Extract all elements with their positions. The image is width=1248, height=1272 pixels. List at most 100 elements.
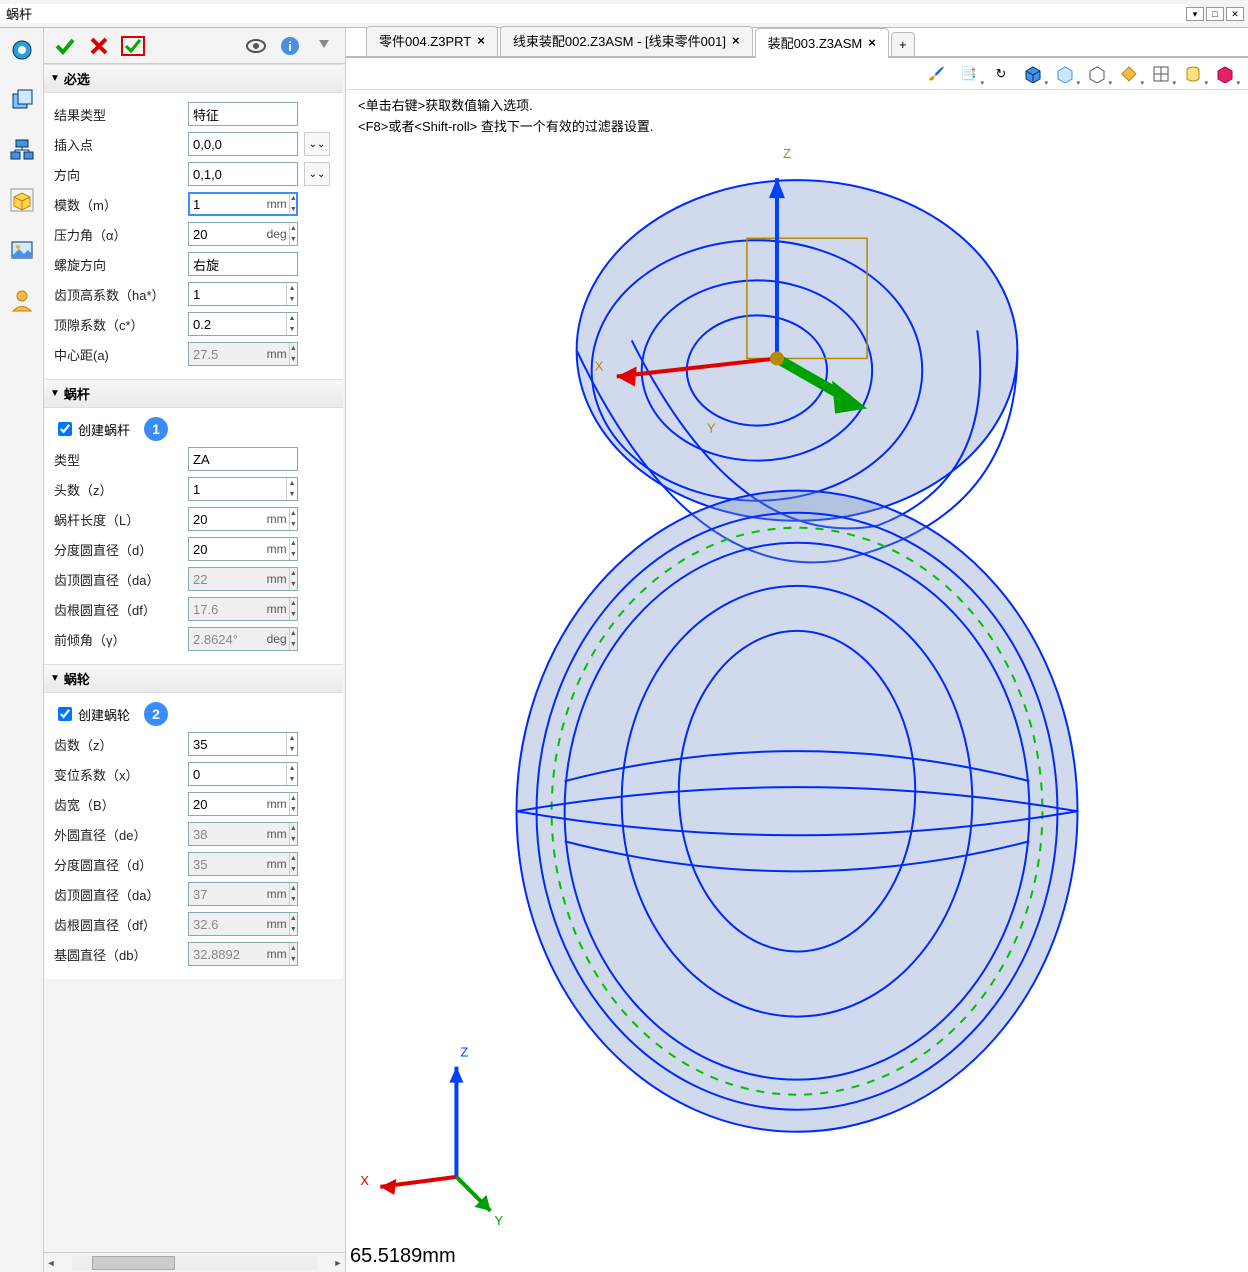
- wheel-root-d-input: mm▲▼: [188, 912, 298, 936]
- rotate-icon[interactable]: ↻: [988, 62, 1014, 86]
- svg-text:Y: Y: [494, 1213, 503, 1228]
- result-type-select[interactable]: [188, 102, 298, 126]
- close-icon[interactable]: ×: [732, 33, 740, 48]
- pressure-angle-input[interactable]: deg▲▼: [188, 222, 298, 246]
- wheel-outer-d-input: mm▲▼: [188, 822, 298, 846]
- minimize-button[interactable]: □: [1206, 7, 1224, 21]
- cancel-button[interactable]: [84, 33, 114, 59]
- wheel-shift-input[interactable]: ▲▼: [188, 762, 298, 786]
- pressure-angle-label: 压力角（α）: [54, 225, 184, 244]
- worm-tip-d-input: mm▲▼: [188, 567, 298, 591]
- create-wheel-checkbox[interactable]: [58, 707, 72, 721]
- helix-dir-label: 螺旋方向: [54, 255, 184, 274]
- wire-cube-icon[interactable]: [1052, 62, 1078, 86]
- grid-cube-icon[interactable]: [1148, 62, 1174, 86]
- outline-cube-icon[interactable]: [1084, 62, 1110, 86]
- worm-heads-label: 头数（z）: [54, 480, 184, 499]
- left-tool-strip: [0, 28, 44, 1272]
- worm-root-d-input: mm▲▼: [188, 597, 298, 621]
- worm-root-d-label: 齿根圆直径（df）: [54, 600, 184, 619]
- direction-more[interactable]: ⌄⌄: [304, 162, 330, 186]
- action-row: i: [44, 28, 345, 64]
- section-worm-header[interactable]: ▼蜗杆: [44, 379, 343, 408]
- apply-button[interactable]: [118, 33, 148, 59]
- wheel-teeth-input[interactable]: ▲▼: [188, 732, 298, 756]
- clearance-coef-label: 顶隙系数（c*）: [54, 315, 184, 334]
- worm-heads-input[interactable]: ▲▼: [188, 477, 298, 501]
- document-tabs: 零件004.Z3PRT× 线束装配002.Z3ASM - [线束零件001]× …: [346, 28, 1248, 58]
- create-worm-checkbox[interactable]: [58, 422, 72, 436]
- wheel-base-d-input: mm▲▼: [188, 942, 298, 966]
- spin-up[interactable]: ▲: [289, 193, 297, 204]
- panel-scroll[interactable]: ▼必选 结果类型 插入点 ⌄⌄ 方向 ⌄⌄ 模数（m） mm▲▼ 压力角（α） …: [44, 64, 345, 1252]
- svg-text:X: X: [595, 358, 604, 373]
- layers-icon[interactable]: 📑: [956, 62, 982, 86]
- wheel-width-label: 齿宽（B）: [54, 795, 184, 814]
- create-worm-label: 创建蜗杆: [78, 420, 130, 439]
- wheel-outer-d-label: 外圆直径（de）: [54, 825, 184, 844]
- panel-h-scrollbar[interactable]: ◄►: [44, 1252, 345, 1272]
- ok-button[interactable]: [50, 33, 80, 59]
- badge-2: 2: [144, 702, 168, 726]
- tab-asm003[interactable]: 装配003.Z3ASM×: [755, 28, 889, 58]
- cube-icon[interactable]: [6, 184, 38, 216]
- worm-lead-angle-label: 前倾角（γ）: [54, 630, 184, 649]
- spin-down[interactable]: ▼: [289, 204, 297, 215]
- cylinder-icon[interactable]: [1180, 62, 1206, 86]
- info-button[interactable]: i: [275, 33, 305, 59]
- options-button[interactable]: [309, 33, 339, 59]
- tab-part004[interactable]: 零件004.Z3PRT×: [366, 26, 498, 56]
- result-type-label: 结果类型: [54, 105, 184, 124]
- svg-text:Z: Z: [460, 1045, 468, 1060]
- tab-harness002[interactable]: 线束装配002.Z3ASM - [线束零件001]×: [500, 26, 753, 56]
- octa-icon[interactable]: [1116, 62, 1142, 86]
- pin-button[interactable]: ▾: [1186, 7, 1204, 21]
- worm-pitch-d-label: 分度圆直径（d）: [54, 540, 184, 559]
- section-wheel-header[interactable]: ▼蜗轮: [44, 664, 343, 693]
- nav-triad: Z X Y: [360, 1045, 503, 1228]
- scene-svg: Z X Y Z X Y: [346, 90, 1248, 1272]
- block-icon[interactable]: [6, 84, 38, 116]
- section-required-header[interactable]: ▼必选: [44, 64, 343, 93]
- worm-pitch-d-input[interactable]: mm▲▼: [188, 537, 298, 561]
- viewport-hints: <单击右键>获取数值输入选项. <F8>或者<Shift-roll> 查找下一个…: [358, 96, 653, 138]
- tree-icon[interactable]: [6, 134, 38, 166]
- worm-gear-icon[interactable]: [6, 34, 38, 66]
- close-panel-button[interactable]: ✕: [1226, 7, 1244, 21]
- eye-button[interactable]: [241, 33, 271, 59]
- direction-input[interactable]: [188, 162, 298, 186]
- view-toolbar: 🖌️ 📑 ↻: [346, 58, 1248, 90]
- 3d-viewport[interactable]: <单击右键>获取数值输入选项. <F8>或者<Shift-roll> 查找下一个…: [346, 90, 1248, 1272]
- badge-1: 1: [144, 417, 168, 441]
- paint-icon[interactable]: 🖌️: [924, 62, 950, 86]
- close-icon[interactable]: ×: [868, 35, 876, 50]
- svg-text:X: X: [360, 1173, 369, 1188]
- coordinate-readout: 65.5189mm: [350, 1245, 456, 1268]
- wheel-width-input[interactable]: mm▲▼: [188, 792, 298, 816]
- helix-dir-select[interactable]: [188, 252, 298, 276]
- wheel-pitch-d-label: 分度圆直径（d）: [54, 855, 184, 874]
- insert-point-label: 插入点: [54, 135, 184, 154]
- panel-titlebar: 蜗杆 ▾ □ ✕: [0, 0, 1248, 28]
- insert-point-input[interactable]: [188, 132, 298, 156]
- create-wheel-label: 创建蜗轮: [78, 705, 130, 724]
- center-distance-input: mm▲▼: [188, 342, 298, 366]
- image-icon[interactable]: [6, 234, 38, 266]
- addendum-coef-input[interactable]: ▲▼: [188, 282, 298, 306]
- worm-lead-angle-input: deg▲▼: [188, 627, 298, 651]
- wheel-pitch-d-input: mm▲▼: [188, 852, 298, 876]
- add-tab-button[interactable]: +: [891, 32, 915, 56]
- user-icon[interactable]: [6, 284, 38, 316]
- wheel-tip-d-input: mm▲▼: [188, 882, 298, 906]
- close-icon[interactable]: ×: [477, 33, 485, 48]
- svg-text:Z: Z: [783, 146, 791, 161]
- color-cube-icon[interactable]: [1212, 62, 1238, 86]
- worm-type-select[interactable]: [188, 447, 298, 471]
- module-input[interactable]: mm▲▼: [188, 192, 298, 216]
- wheel-base-d-label: 基圆直径（db）: [54, 945, 184, 964]
- insert-point-more[interactable]: ⌄⌄: [304, 132, 330, 156]
- clearance-coef-input[interactable]: ▲▼: [188, 312, 298, 336]
- wheel-shift-label: 变位系数（x）: [54, 765, 184, 784]
- worm-length-input[interactable]: mm▲▼: [188, 507, 298, 531]
- shaded-cube-icon[interactable]: [1020, 62, 1046, 86]
